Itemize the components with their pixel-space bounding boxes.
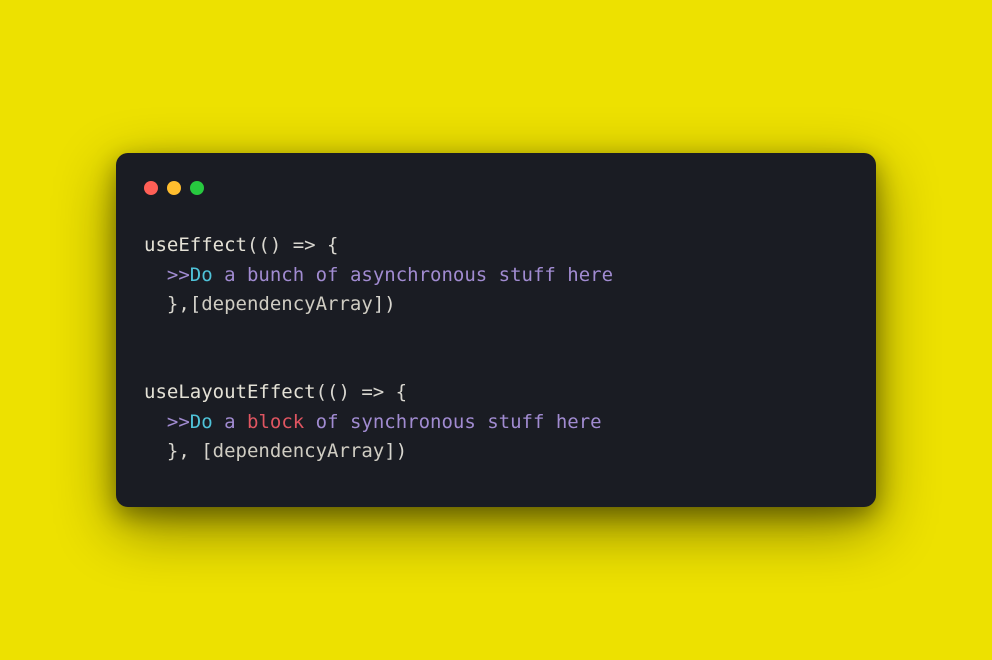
blank-line: [144, 349, 848, 378]
comment-text: a: [213, 411, 247, 433]
comment-text: of synchronous stuff here: [304, 411, 601, 433]
brace-text: }, [: [167, 440, 213, 462]
keyword-do: Do: [190, 264, 213, 286]
code-block: useEffect(() => { >>Do a bunch of asynch…: [144, 231, 848, 467]
brace-text: },[: [167, 293, 201, 315]
code-line: >>Do a bunch of asynchronous stuff here: [144, 261, 848, 290]
arrow-marker: >>: [167, 264, 190, 286]
code-window: useEffect(() => { >>Do a bunch of asynch…: [116, 153, 876, 507]
code-line: useLayoutEffect(() => {: [144, 378, 848, 407]
code-text: (() => {: [316, 381, 408, 403]
function-name: useLayoutEffect: [144, 381, 316, 403]
blank-line: [144, 320, 848, 349]
keyword-do: Do: [190, 411, 213, 433]
indent: [144, 264, 167, 286]
code-line: >>Do a block of synchronous stuff here: [144, 408, 848, 437]
arrow-marker: >>: [167, 411, 190, 433]
maximize-icon[interactable]: [190, 181, 204, 195]
code-line: useEffect(() => {: [144, 231, 848, 260]
indent: [144, 411, 167, 433]
code-line: }, [dependencyArray]): [144, 437, 848, 466]
minimize-icon[interactable]: [167, 181, 181, 195]
function-name: useEffect: [144, 234, 247, 256]
close-bracket: ]): [384, 440, 407, 462]
code-line: },[dependencyArray]): [144, 290, 848, 319]
window-traffic-lights: [144, 181, 848, 195]
comment-text: a bunch of asynchronous stuff here: [213, 264, 613, 286]
indent: [144, 440, 167, 462]
indent: [144, 293, 167, 315]
code-text: (() => {: [247, 234, 339, 256]
dependency-array: dependencyArray: [201, 293, 373, 315]
close-bracket: ]): [373, 293, 396, 315]
dependency-array: dependencyArray: [213, 440, 385, 462]
keyword-block: block: [247, 411, 304, 433]
close-icon[interactable]: [144, 181, 158, 195]
